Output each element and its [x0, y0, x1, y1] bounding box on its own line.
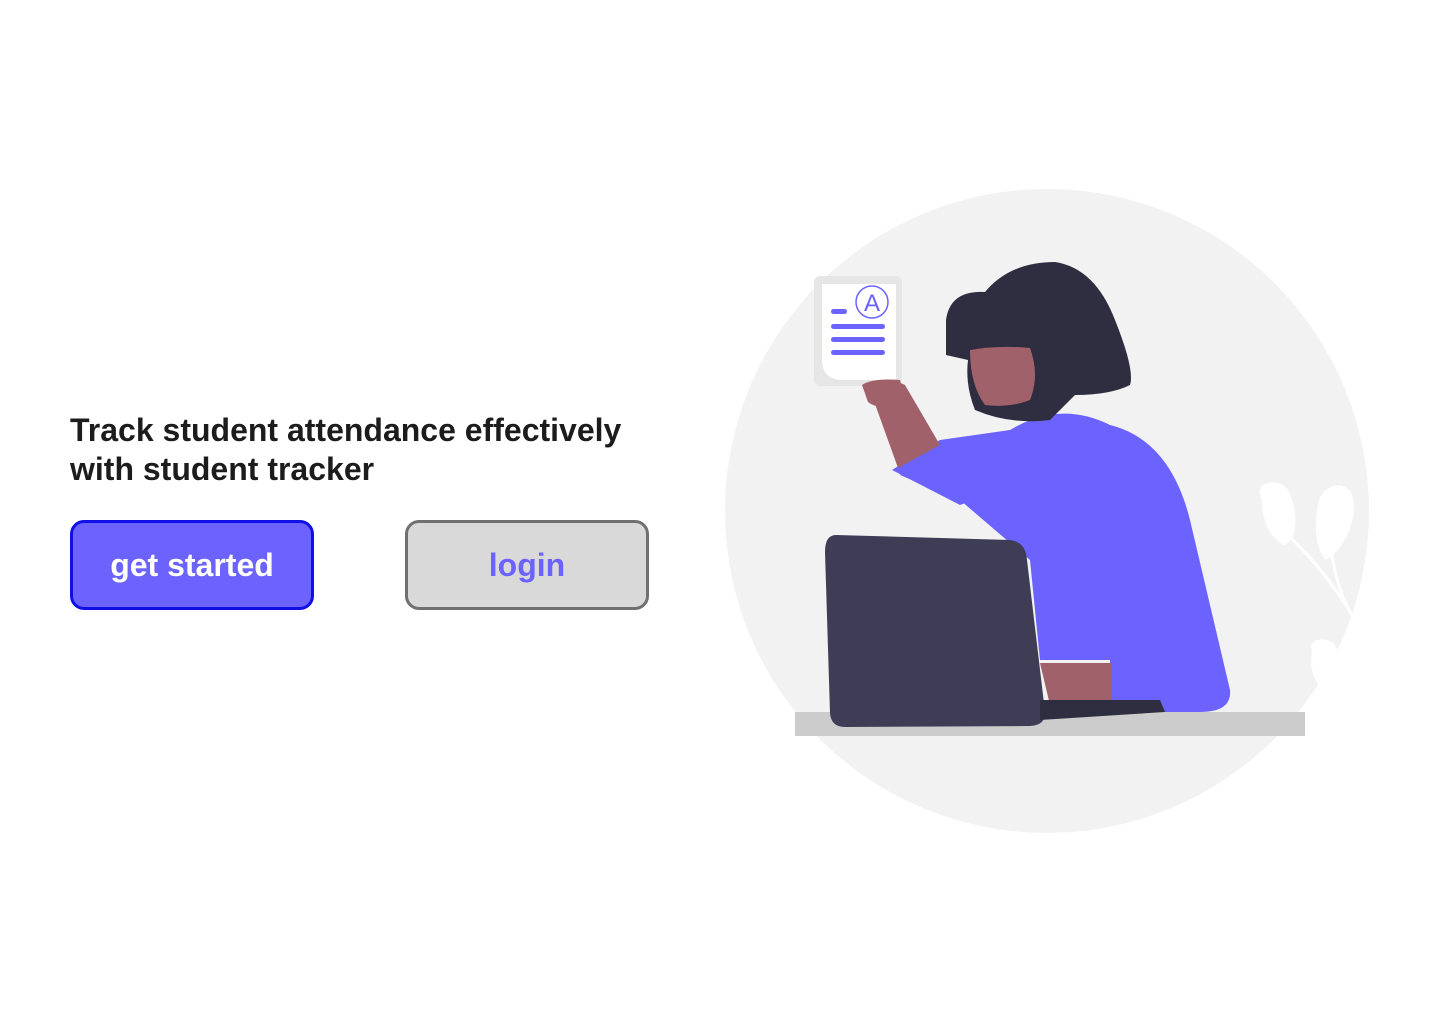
landing-page: Track student attendance effectively wit…	[0, 0, 1440, 1024]
lower-hand	[1040, 663, 1112, 705]
login-button[interactable]: login	[405, 520, 649, 610]
graded-document-icon: A	[814, 276, 902, 386]
hero-headline: Track student attendance effectively wit…	[70, 412, 622, 487]
document-grade: A	[864, 290, 880, 317]
woman-with-laptop-illustration: A	[725, 189, 1369, 833]
get-started-button[interactable]: get started	[70, 520, 314, 610]
